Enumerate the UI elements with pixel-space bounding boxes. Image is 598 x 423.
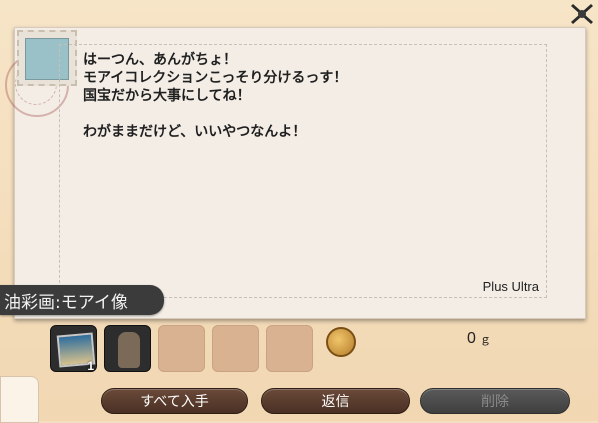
gil-coin-icon: [326, 327, 356, 357]
attachment-slot-1[interactable]: 1: [50, 325, 97, 373]
attachment-item-name: 油彩画:モアイ像: [0, 285, 164, 315]
attachment-slot-qty: 1: [87, 359, 94, 373]
delete-button[interactable]: 削除: [420, 388, 570, 414]
gil-amount: 0ｇ: [467, 330, 491, 348]
attachment-item-name-text: 油彩画:モアイ像: [4, 292, 128, 313]
attachment-slot-2[interactable]: [104, 325, 151, 372]
attachment-slot-4[interactable]: [212, 325, 259, 372]
close-icon[interactable]: [566, 0, 598, 26]
lower-left-panel: [0, 376, 39, 423]
letter-signature: Plus Ultra: [482, 279, 539, 294]
reply-button[interactable]: 返信: [261, 388, 410, 414]
letter-paper: はーつん、あんがちょ！ モアイコレクションこっそり分けるっす！ 国宝だから大事に…: [5, 27, 586, 319]
gil-value: 0: [467, 330, 476, 347]
take-all-button[interactable]: すべて入手: [101, 388, 248, 414]
attachment-slot-5[interactable]: [266, 325, 313, 372]
moai-icon: [118, 332, 140, 368]
gil-unit: ｇ: [479, 334, 491, 346]
letter-message: はーつん、あんがちょ！ モアイコレクションこっそり分けるっす！ 国宝だから大事に…: [83, 52, 348, 140]
attachment-slot-3[interactable]: [158, 325, 205, 372]
